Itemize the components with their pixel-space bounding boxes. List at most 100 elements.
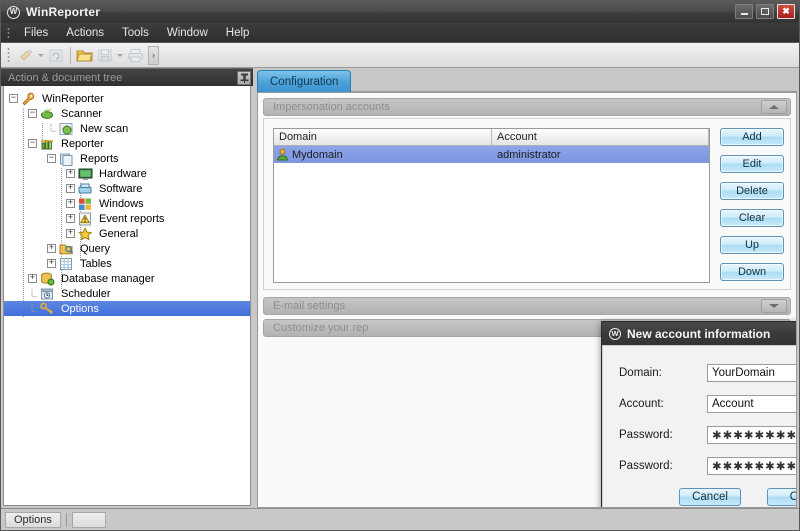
menu-grip-handle[interactable]	[5, 26, 12, 39]
cancel-button[interactable]: Cancel	[679, 488, 741, 506]
chevron-down-icon[interactable]	[38, 53, 44, 57]
dialog-title: New account information	[627, 326, 771, 341]
button-label: Down	[737, 266, 767, 278]
password-confirm-input[interactable]: ✱✱✱✱✱✱✱✱	[707, 457, 796, 475]
tree-item-general[interactable]: + General	[4, 226, 250, 241]
collapse-minus-icon[interactable]: −	[9, 94, 18, 103]
tree-item-event-reports[interactable]: + Event reports	[4, 211, 250, 226]
tree-item-scanner[interactable]: − Scanner	[4, 106, 250, 121]
column-header-account[interactable]: Account	[492, 129, 709, 146]
edit-button[interactable]: Edit	[720, 155, 784, 173]
scheduler-icon	[39, 286, 55, 301]
tables-icon	[58, 256, 74, 271]
open-folder-icon[interactable]	[75, 46, 95, 65]
collapse-minus-icon[interactable]: −	[28, 139, 37, 148]
scan-icon[interactable]	[16, 46, 36, 65]
field-row-account: Account: Account	[619, 395, 796, 413]
expand-plus-icon[interactable]: +	[66, 184, 75, 193]
dialog-title-bar: W New account information ✖	[602, 322, 796, 345]
tree-item-label: Scanner	[61, 107, 102, 120]
chevron-down-icon[interactable]	[117, 53, 123, 57]
section-header-email-settings[interactable]: E-mail settings	[263, 297, 791, 315]
menu-item-help[interactable]: Help	[217, 25, 259, 41]
up-button[interactable]: Up	[720, 236, 784, 254]
tree-panel: Action & document tree − WinReporter − Scan…	[1, 68, 253, 508]
wrench-icon	[20, 91, 36, 106]
table-row[interactable]: Mydomain administrator	[274, 146, 709, 163]
tree-item-reporter[interactable]: − Reporter	[4, 136, 250, 151]
tree-elbow-line	[47, 124, 56, 133]
toolbar-grip-handle[interactable]	[7, 47, 13, 63]
menu-label: Help	[225, 26, 250, 39]
maximize-button[interactable]	[756, 4, 774, 19]
window-title: WinReporter	[26, 5, 101, 19]
button-label: Delete	[736, 185, 768, 197]
menu-bar: Files Actions Tools Window Help	[1, 23, 799, 43]
new-account-dialog: W New account information ✖ Domain: Your…	[601, 321, 796, 507]
tree-item-options[interactable]: Options	[4, 301, 250, 316]
tree-item-label: Reports	[80, 152, 119, 165]
reporter-icon	[39, 136, 55, 151]
tree-item-hardware[interactable]: + Hardware	[4, 166, 250, 181]
column-header-domain[interactable]: Domain	[274, 129, 492, 146]
menu-item-files[interactable]: Files	[15, 25, 57, 41]
expand-plus-icon[interactable]: +	[47, 259, 56, 268]
print-icon[interactable]	[125, 46, 145, 65]
refresh-icon[interactable]	[46, 46, 66, 65]
expand-plus-icon[interactable]: +	[66, 169, 75, 178]
section-expand-button[interactable]	[761, 299, 787, 313]
expand-plus-icon[interactable]: +	[66, 229, 75, 238]
tree-item-winreporter[interactable]: − WinReporter	[4, 91, 250, 106]
minimize-icon	[740, 13, 748, 15]
event-icon	[77, 211, 93, 226]
tree-item-scheduler[interactable]: Scheduler	[4, 286, 250, 301]
account-input[interactable]: Account	[707, 395, 796, 413]
expand-plus-icon[interactable]: +	[47, 244, 56, 253]
tree-item-database-manager[interactable]: + Database manager	[4, 271, 250, 286]
menu-item-actions[interactable]: Actions	[57, 25, 113, 41]
toolbar-overflow-button[interactable]: ›	[148, 45, 159, 65]
cell-account: administrator	[497, 148, 561, 161]
close-button[interactable]: ✖	[777, 4, 795, 19]
table-header-row: Domain Account	[274, 129, 709, 146]
tree-item-label: Options	[61, 302, 99, 315]
tree-item-windows[interactable]: + Windows	[4, 196, 250, 211]
tree-view[interactable]: − WinReporter − Scanner New scan − Reporter − Re…	[3, 86, 251, 506]
database-icon	[39, 271, 55, 286]
collapse-minus-icon[interactable]: −	[28, 109, 37, 118]
button-label: Edit	[742, 158, 762, 170]
menu-item-tools[interactable]: Tools	[113, 25, 158, 41]
tab-configuration[interactable]: Configuration	[257, 70, 352, 92]
tree-item-software[interactable]: + Software	[4, 181, 250, 196]
field-row-password: Password: ✱✱✱✱✱✱✱✱	[619, 426, 796, 444]
password-input[interactable]: ✱✱✱✱✱✱✱✱	[707, 426, 796, 444]
tree-item-query[interactable]: + Query	[4, 241, 250, 256]
down-button[interactable]: Down	[720, 263, 784, 281]
tree-item-reports[interactable]: − Reports	[4, 151, 250, 166]
tree-item-tables[interactable]: + Tables	[4, 256, 250, 271]
collapse-minus-icon[interactable]: −	[47, 154, 56, 163]
tree-panel-header: Action & document tree	[1, 68, 253, 86]
delete-button[interactable]: Delete	[720, 182, 784, 200]
add-button[interactable]: Add	[720, 128, 784, 146]
menu-item-window[interactable]: Window	[158, 25, 217, 41]
save-icon[interactable]	[95, 46, 115, 65]
impersonation-accounts-body: Domain Account Mydomain administrator Ad…	[263, 118, 791, 290]
expand-plus-icon[interactable]: +	[66, 214, 75, 223]
expand-plus-icon[interactable]: +	[28, 274, 37, 283]
accounts-table[interactable]: Domain Account Mydomain administrator	[273, 128, 710, 283]
tree-item-label: Software	[99, 182, 143, 195]
status-extra-panel	[71, 511, 106, 528]
domain-input[interactable]: YourDomain	[707, 364, 796, 382]
ok-button[interactable]: OK	[767, 488, 796, 506]
section-collapse-button[interactable]	[761, 100, 787, 114]
expand-plus-icon[interactable]: +	[66, 199, 75, 208]
dialog-buttons: Cancel OK	[619, 488, 796, 506]
status-separator	[65, 512, 67, 527]
minimize-button[interactable]	[735, 4, 753, 19]
section-header-impersonation-accounts[interactable]: Impersonation accounts	[263, 98, 791, 116]
label-account: Account:	[619, 398, 664, 410]
tree-item-new-scan[interactable]: New scan	[4, 121, 250, 136]
clear-button[interactable]: Clear	[720, 209, 784, 227]
pin-icon[interactable]	[237, 70, 251, 85]
